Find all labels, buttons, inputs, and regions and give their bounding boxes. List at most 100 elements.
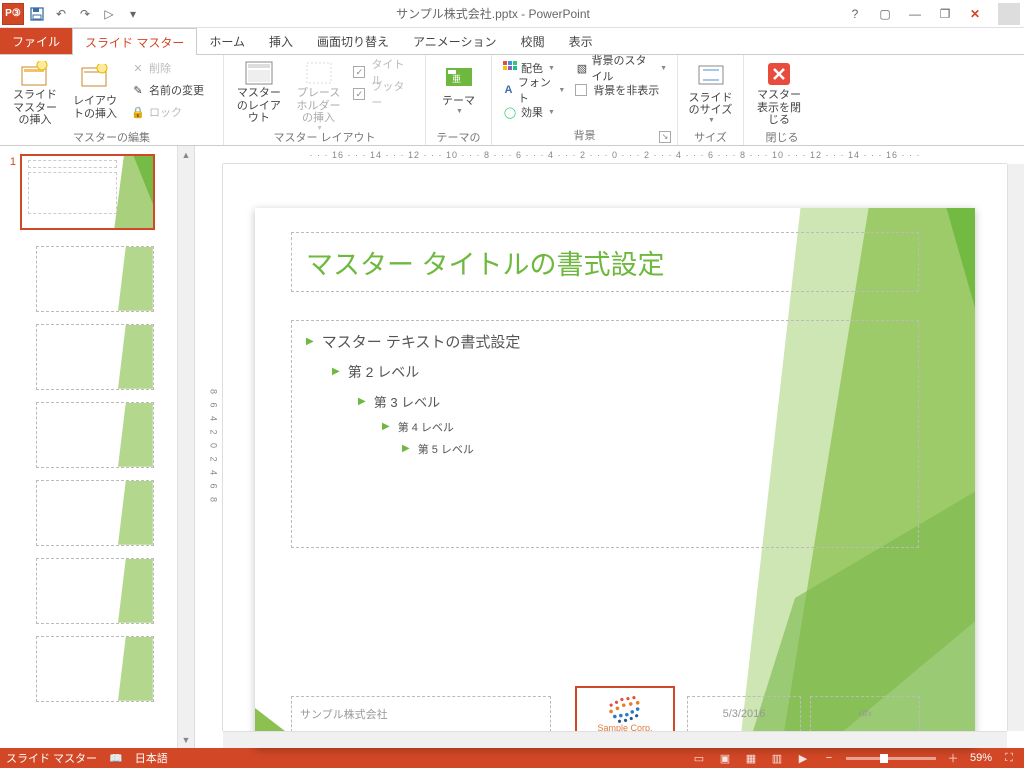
insert-slide-master-icon xyxy=(19,61,51,87)
layout-thumbnail[interactable] xyxy=(36,636,154,702)
bullet-icon: ▶ xyxy=(402,443,410,454)
background-styles-button[interactable]: ▧背景のスタイル▼ xyxy=(571,57,671,79)
body-level-3: 第 3 レベル xyxy=(374,392,440,411)
chevron-down-icon: ▼ xyxy=(548,109,555,116)
master-layout-button[interactable]: マスターのレイアウト xyxy=(230,57,288,127)
rename-button[interactable]: ✎名前の変更 xyxy=(126,79,208,101)
group-label-size: サイズ xyxy=(684,127,737,147)
layout-thumbnail[interactable] xyxy=(36,558,154,624)
scroll-down-icon[interactable]: ▼ xyxy=(178,731,194,748)
layout-thumbnails xyxy=(36,246,174,702)
effects-button[interactable]: ◯効果▼ xyxy=(498,101,569,123)
fonts-icon: A xyxy=(502,82,515,98)
zoom-level[interactable]: 59% xyxy=(970,752,992,764)
notes-button[interactable]: ▭ xyxy=(690,750,708,766)
title-bar: P③ ↶ ↷ ▷ ▾ サンプル株式会社.pptx - PowerPoint ? … xyxy=(0,0,1024,28)
tab-view[interactable]: 表示 xyxy=(557,28,605,54)
title-placeholder[interactable]: マスター タイトルの書式設定 xyxy=(291,232,919,292)
chevron-down-icon: ▼ xyxy=(548,65,555,72)
help-button[interactable]: ? xyxy=(842,4,868,24)
status-view-label: スライド マスター xyxy=(6,750,97,766)
layout-thumbnail[interactable] xyxy=(36,402,154,468)
tab-animations[interactable]: アニメーション xyxy=(401,28,509,54)
themes-button[interactable]: 亜 テーマ▼ xyxy=(432,57,485,127)
slideshow-button[interactable]: ▶ xyxy=(794,750,812,766)
spellcheck-icon[interactable]: 📖 xyxy=(109,752,123,765)
layout-thumbnail[interactable] xyxy=(36,480,154,546)
hide-bg-checkbox[interactable]: 背景を非表示 xyxy=(571,79,671,101)
redo-button[interactable]: ↷ xyxy=(74,3,96,25)
body-level-5: 第 5 レベル xyxy=(418,441,474,457)
fit-to-window-button[interactable]: ⛶ xyxy=(1000,750,1018,766)
master-layout-icon xyxy=(243,61,275,85)
account-avatar[interactable] xyxy=(998,3,1020,25)
ribbon-display-options-button[interactable]: ▢ xyxy=(872,4,898,24)
restore-button[interactable]: ❐ xyxy=(932,4,958,24)
thumbnail-number: 1 xyxy=(4,154,20,168)
checkbox-icon: ✓ xyxy=(353,66,365,78)
footer-checkbox: ✓フッター xyxy=(349,83,419,105)
normal-view-button[interactable]: ▣ xyxy=(716,750,734,766)
fonts-button[interactable]: Aフォント▼ xyxy=(498,79,569,101)
lock-button: 🔒ロック xyxy=(126,101,208,123)
tab-transitions[interactable]: 画面切り替え xyxy=(305,28,401,54)
vertical-scrollbar[interactable] xyxy=(1007,164,1024,731)
undo-button[interactable]: ↶ xyxy=(50,3,72,25)
lock-icon: 🔒 xyxy=(130,104,146,120)
body-level-4: 第 4 レベル xyxy=(398,419,454,435)
layout-thumbnail[interactable] xyxy=(36,324,154,390)
status-bar: スライド マスター 📖 日本語 ▭ ▣ ▦ ▥ ▶ − ＋ 59% ⛶ xyxy=(0,748,1024,768)
checkbox-icon xyxy=(575,84,587,96)
colors-icon xyxy=(502,60,518,76)
tab-home[interactable]: ホーム xyxy=(197,28,257,54)
insert-slide-master-button[interactable]: スライド マスターの挿入 xyxy=(6,57,64,127)
bullet-icon: ▶ xyxy=(306,336,314,347)
start-from-beginning-button[interactable]: ▷ xyxy=(98,3,120,25)
horizontal-scrollbar[interactable] xyxy=(223,731,1007,748)
zoom-out-button[interactable]: − xyxy=(820,750,838,766)
tab-file[interactable]: ファイル xyxy=(0,28,72,54)
dialog-launcher-icon[interactable]: ↘ xyxy=(659,131,671,143)
window-controls: ? ▢ — ❐ ✕ xyxy=(842,3,1024,25)
group-edit-master: スライド マスターの挿入 レイアウトの挿入 ✕削除 ✎名前の変更 🔒ロック マス… xyxy=(0,55,224,145)
svg-text:亜: 亜 xyxy=(452,74,461,84)
slide-sorter-button[interactable]: ▦ xyxy=(742,750,760,766)
group-background: 配色▼ Aフォント▼ ◯効果▼ ▧背景のスタイル▼ 背景を非表示 背景↘ xyxy=(492,55,678,145)
close-button[interactable]: ✕ xyxy=(962,4,988,24)
tab-slide-master[interactable]: スライド マスター xyxy=(72,28,197,55)
slide-master[interactable]: マスター タイトルの書式設定 ▶マスター テキストの書式設定 ▶第 2 レベル … xyxy=(255,208,975,748)
delete-button: ✕削除 xyxy=(126,57,208,79)
bg-styles-icon: ▧ xyxy=(575,60,588,76)
canvas[interactable]: マスター タイトルの書式設定 ▶マスター テキストの書式設定 ▶第 2 レベル … xyxy=(223,164,1007,731)
zoom-in-button[interactable]: ＋ xyxy=(944,750,962,766)
app-logo-icon: P③ xyxy=(2,3,24,25)
insert-placeholder-icon xyxy=(303,61,335,85)
reading-view-button[interactable]: ▥ xyxy=(768,750,786,766)
qat-customize-button[interactable]: ▾ xyxy=(122,3,144,25)
minimize-button[interactable]: — xyxy=(902,4,928,24)
insert-layout-button[interactable]: レイアウトの挿入 xyxy=(66,57,124,127)
scroll-up-icon[interactable]: ▲ xyxy=(178,146,194,163)
vertical-ruler[interactable]: 8 6 4 2 0 2 4 6 8 xyxy=(205,164,223,731)
title-text: マスター タイトルの書式設定 xyxy=(306,243,904,282)
slide-size-button[interactable]: スライドのサイズ▼ xyxy=(684,57,737,127)
slide-number-placeholder[interactable]: ‹#› xyxy=(810,696,920,732)
zoom-slider[interactable] xyxy=(846,757,936,760)
insert-placeholder-button[interactable]: プレースホルダーの挿入▼ xyxy=(290,57,348,127)
status-language[interactable]: 日本語 xyxy=(135,750,168,766)
master-thumbnail[interactable]: 1 xyxy=(4,154,174,230)
insert-layout-icon xyxy=(79,61,111,93)
layout-thumbnail[interactable] xyxy=(36,246,154,312)
close-icon xyxy=(763,61,795,87)
close-master-view-button[interactable]: マスター表示を閉じる xyxy=(750,57,808,127)
tab-review[interactable]: 校閲 xyxy=(509,28,557,54)
bullet-icon: ▶ xyxy=(358,396,366,407)
delete-icon: ✕ xyxy=(130,60,146,76)
save-button[interactable] xyxy=(26,3,48,25)
horizontal-ruler[interactable]: · · · 16 · · · 14 · · · 12 · · · 10 · · … xyxy=(223,146,1007,164)
thumbnail-scrollbar[interactable]: ▲ ▼ xyxy=(177,146,194,748)
footer-placeholder[interactable]: サンプル株式会社 xyxy=(291,696,551,732)
date-placeholder[interactable]: 5/3/2016 xyxy=(687,696,801,732)
body-placeholder[interactable]: ▶マスター テキストの書式設定 ▶第 2 レベル ▶第 3 レベル ▶第 4 レ… xyxy=(291,320,919,548)
tab-insert[interactable]: 挿入 xyxy=(257,28,305,54)
